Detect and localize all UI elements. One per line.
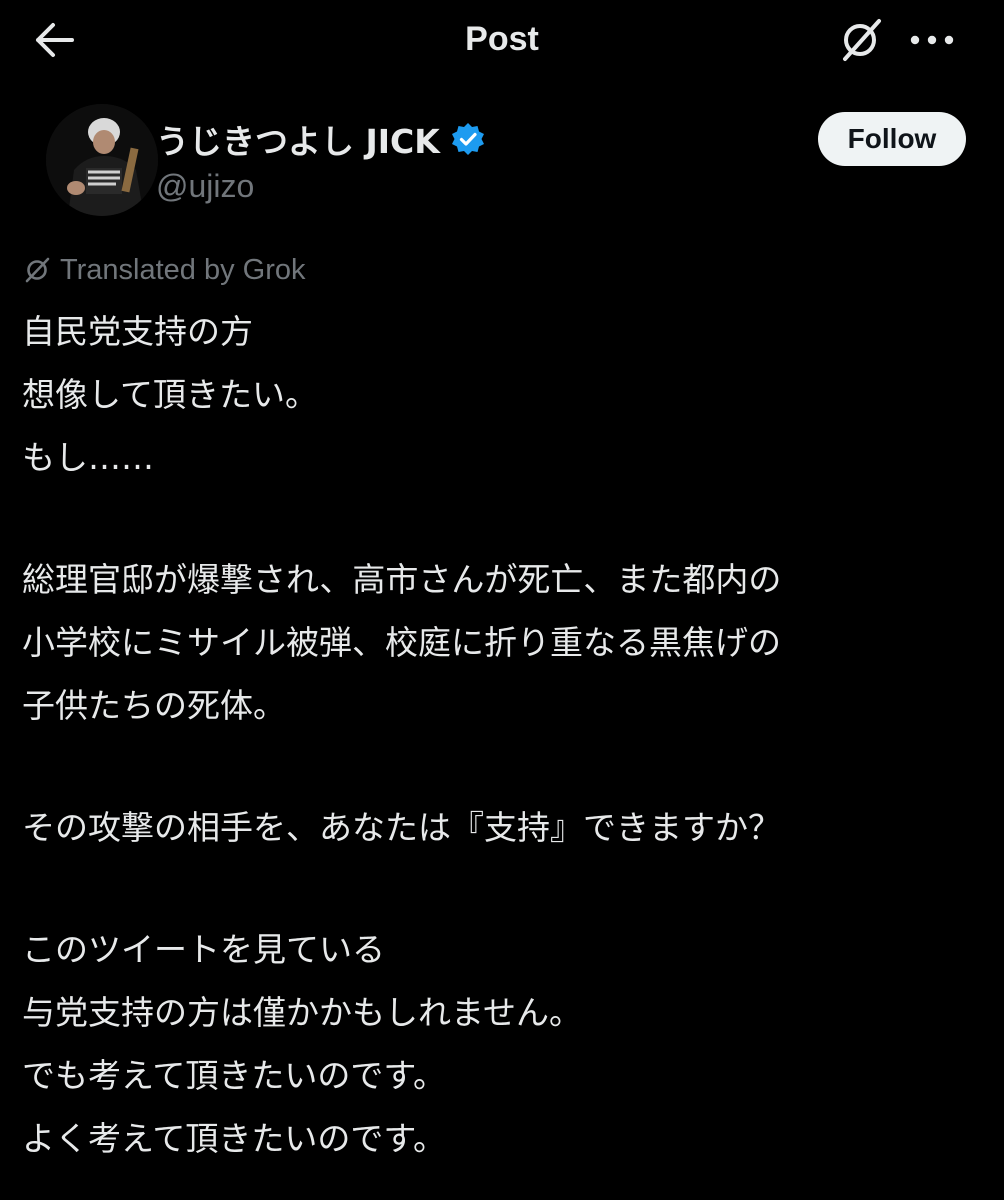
post-line: もし…… [22,438,154,477]
post-line-blank [22,859,982,918]
post-line: その攻撃の相手を、あなたは『支持』できますか？ [22,808,781,847]
avatar[interactable] [46,104,158,216]
follow-button[interactable]: Follow [818,112,966,166]
post-line: よく考えて頂きたいのです。 [22,1119,447,1158]
post-text: 自民党支持の方 想像して頂きたい。 もし…… 総理官邸が爆撃され、高市さんが死亡… [22,300,982,1170]
more-options-button[interactable] [906,20,958,60]
grok-icon [843,19,881,61]
post-line: 想像して頂きたい。 [22,375,319,414]
author-name-row: うじきつよし JICK [156,116,486,162]
grok-button[interactable] [832,14,888,66]
post-line: 総理官邸が爆撃され、高市さんが死亡、また都内の [22,560,782,599]
post-line-blank [22,489,982,548]
post-line: このツイートを見ている [22,930,385,969]
post-line-blank [22,737,982,796]
translation-note[interactable]: Translated by Grok [22,250,306,290]
top-bar: Post [0,0,1004,80]
translation-label: Translated by Grok [60,253,306,286]
verified-badge-icon [450,121,486,157]
author-handle[interactable]: @ujizo [156,166,254,206]
post-line: 自民党支持の方 [22,312,253,351]
avatar-photo [46,104,158,216]
post-line: 小学校にミサイル被弾、校庭に折り重なる黒焦げの [22,623,781,662]
display-name[interactable]: うじきつよし JICK [156,115,440,163]
post-line: でも考えて頂きたいのです。 [22,1056,447,1095]
more-horizontal-icon [910,35,954,45]
grok-icon [22,255,52,285]
post-line: 与党支持の方は僅かかもしれません。 [22,993,583,1032]
post-line: 子供たちの死体。 [22,686,286,725]
